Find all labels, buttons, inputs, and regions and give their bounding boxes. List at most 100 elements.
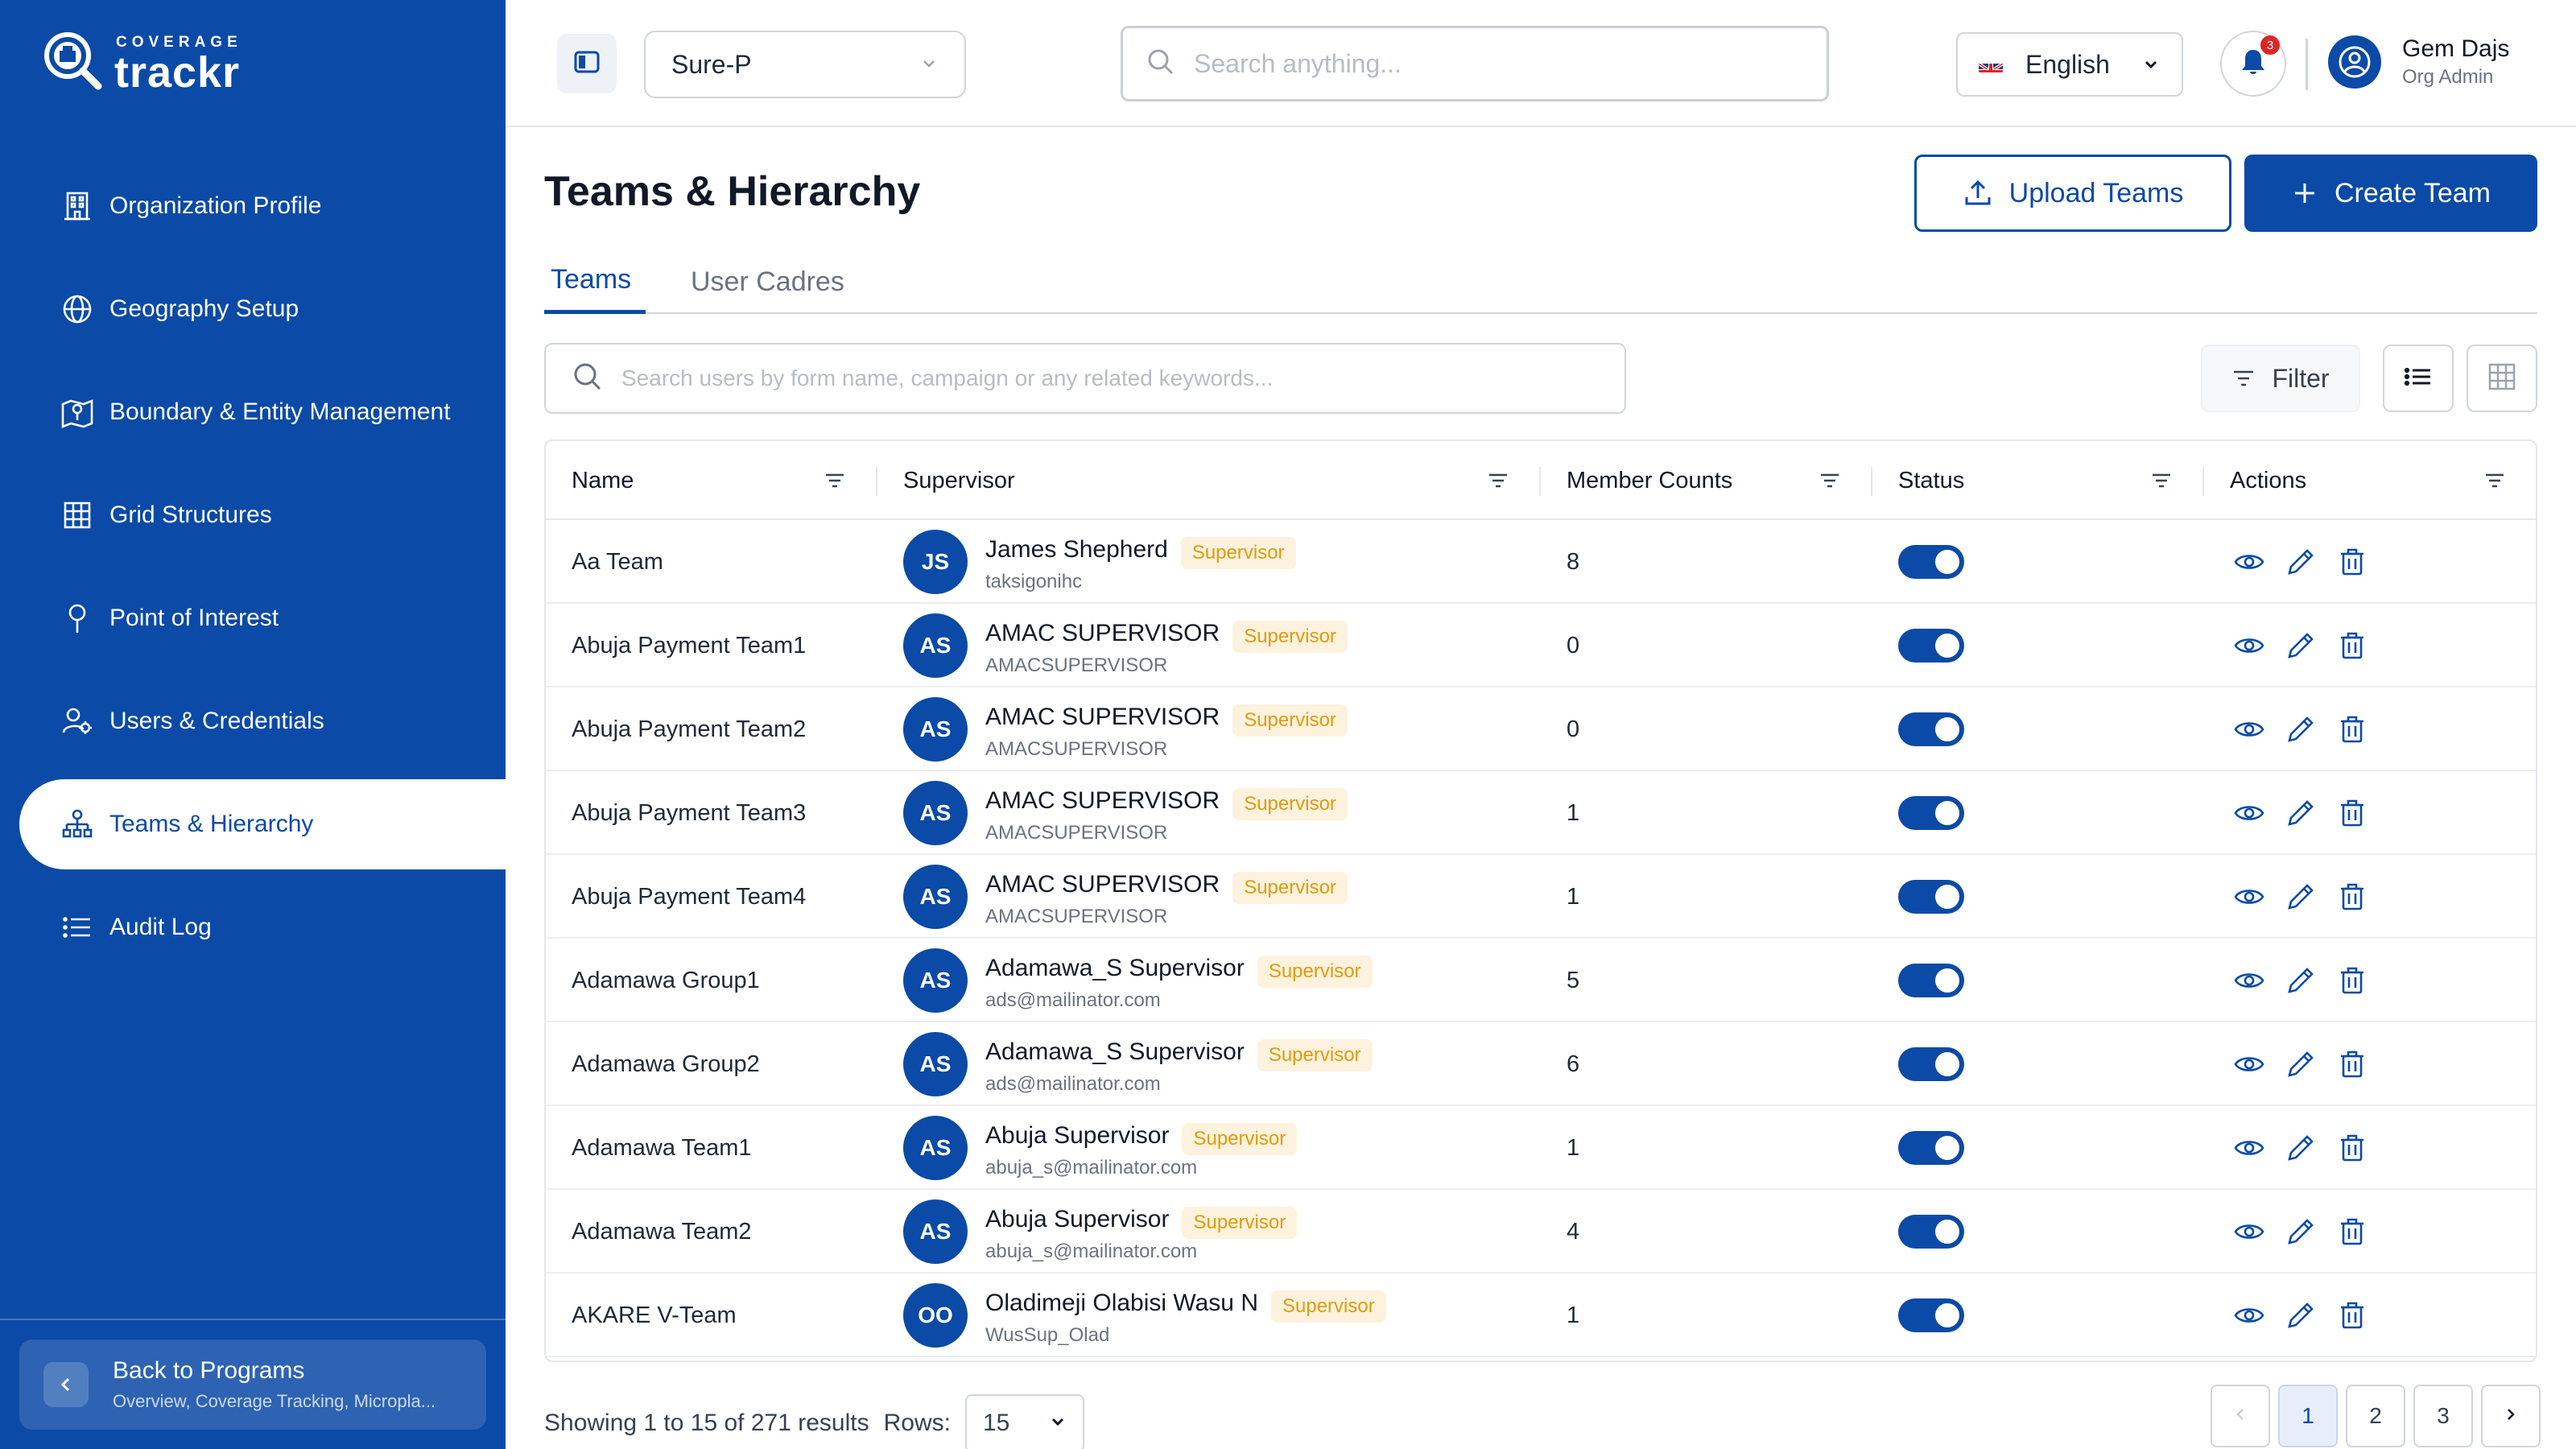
status-toggle[interactable] xyxy=(1898,880,1964,914)
sidebar-toggle-button[interactable] xyxy=(557,34,617,93)
status-toggle[interactable] xyxy=(1898,796,1964,830)
member-count: 0 xyxy=(1567,716,1580,742)
supervisor-username: abuja_s@mailinator.com xyxy=(985,1157,1198,1179)
sidebar-item-teams-hierarchy[interactable]: Teams & Hierarchy xyxy=(19,779,506,869)
sidebar-item-organization-profile[interactable]: Organization Profile xyxy=(0,161,506,251)
delete-trash-icon[interactable] xyxy=(2333,710,2372,749)
delete-trash-icon[interactable] xyxy=(2333,1212,2372,1251)
view-eye-icon[interactable] xyxy=(2230,877,2268,916)
delete-trash-icon[interactable] xyxy=(2333,1129,2372,1167)
view-eye-icon[interactable] xyxy=(2230,1045,2268,1084)
filter-icon[interactable] xyxy=(1486,469,1510,493)
status-cell xyxy=(1898,687,1964,771)
view-eye-icon[interactable] xyxy=(2230,794,2268,832)
team-name: Adamawa Group1 xyxy=(572,967,760,993)
delete-trash-icon[interactable] xyxy=(2333,1296,2372,1335)
tab-user-cadres[interactable]: User Cadres xyxy=(691,250,844,314)
supervisor-name: Abuja Supervisor xyxy=(985,1206,1170,1232)
view-eye-icon[interactable] xyxy=(2230,1212,2268,1251)
sidebar-item-audit-log[interactable]: Audit Log xyxy=(0,882,506,972)
status-toggle[interactable] xyxy=(1898,1215,1964,1249)
filter-icon[interactable] xyxy=(2483,469,2507,493)
global-search-input[interactable] xyxy=(1194,48,1806,79)
edit-pencil-icon[interactable] xyxy=(2281,961,2320,1000)
program-select[interactable]: Sure-P xyxy=(644,31,966,98)
team-name: Abuja Payment Team1 xyxy=(572,632,807,658)
view-eye-icon[interactable] xyxy=(2230,1296,2268,1335)
chevron-down-icon xyxy=(2141,55,2161,74)
view-eye-icon[interactable] xyxy=(2230,1129,2268,1167)
delete-trash-icon[interactable] xyxy=(2333,1045,2372,1084)
edit-pencil-icon[interactable] xyxy=(2281,1045,2320,1084)
create-team-button[interactable]: Create Team xyxy=(2244,155,2537,232)
filter-icon[interactable] xyxy=(1818,469,1842,493)
edit-pencil-icon[interactable] xyxy=(2281,794,2320,832)
back-to-programs-button[interactable]: Back to Programs Overview, Coverage Trac… xyxy=(19,1340,486,1430)
edit-pencil-icon[interactable] xyxy=(2281,877,2320,916)
filter-button[interactable]: Filter xyxy=(2201,345,2360,412)
view-eye-icon[interactable] xyxy=(2230,961,2268,1000)
sidebar-item-boundary-entity[interactable]: Boundary & Entity Management xyxy=(0,367,506,457)
member-count: 0 xyxy=(1567,632,1580,658)
tab-teams[interactable]: Teams xyxy=(544,250,646,314)
sidebar-item-geography-setup[interactable]: Geography Setup xyxy=(0,264,506,354)
app-logo[interactable]: COVERAGE trackr xyxy=(40,27,242,100)
supervisor-name: AMAC SUPERVISOR xyxy=(985,620,1220,646)
actions-cell xyxy=(2230,1274,2384,1357)
user-menu[interactable]: Gem Dajs Org Admin xyxy=(2328,35,2509,89)
rows-per-page-select[interactable]: 15 xyxy=(964,1394,1084,1449)
edit-pencil-icon[interactable] xyxy=(2281,1212,2320,1251)
sidebar-item-grid-structures[interactable]: Grid Structures xyxy=(0,470,506,560)
table-row: Adamawa Team2 AS Abuja Supervisor Superviso… xyxy=(546,1190,2536,1274)
status-toggle[interactable] xyxy=(1898,964,1964,997)
view-eye-icon[interactable] xyxy=(2230,710,2268,749)
status-toggle[interactable] xyxy=(1898,1298,1964,1332)
status-toggle[interactable] xyxy=(1898,545,1964,579)
edit-pencil-icon[interactable] xyxy=(2281,1296,2320,1335)
edit-pencil-icon[interactable] xyxy=(2281,1129,2320,1167)
sidebar-item-users-credentials[interactable]: Users & Credentials xyxy=(0,676,506,766)
view-eye-icon[interactable] xyxy=(2230,543,2268,581)
status-toggle[interactable] xyxy=(1898,1047,1964,1081)
supervisor-name: Abuja Supervisor xyxy=(985,1122,1170,1149)
filter-label: Filter xyxy=(2272,363,2330,393)
status-toggle[interactable] xyxy=(1898,629,1964,663)
delete-trash-icon[interactable] xyxy=(2333,543,2372,581)
view-eye-icon[interactable] xyxy=(2230,626,2268,665)
page-button-2[interactable]: 2 xyxy=(2346,1385,2405,1447)
status-toggle[interactable] xyxy=(1898,1131,1964,1165)
language-select[interactable]: English xyxy=(1956,32,2183,97)
edit-pencil-icon[interactable] xyxy=(2281,710,2320,749)
delete-trash-icon[interactable] xyxy=(2333,961,2372,1000)
toggle-knob xyxy=(1935,550,1959,574)
avatar: AS xyxy=(903,1032,968,1096)
edit-pencil-icon[interactable] xyxy=(2281,626,2320,665)
prev-page-button[interactable] xyxy=(2211,1385,2270,1447)
sidebar-item-point-of-interest[interactable]: Point of Interest xyxy=(0,573,506,663)
table-row: Adamawa Group2 AS Adamawa_S Supervisor Supe… xyxy=(546,1022,2536,1106)
upload-teams-button[interactable]: Upload Teams xyxy=(1914,155,2231,232)
actions-cell xyxy=(2230,771,2384,855)
list-view-button[interactable] xyxy=(2383,345,2454,412)
table-search-input[interactable] xyxy=(621,365,1604,391)
toggle-knob xyxy=(1935,634,1959,658)
filter-icon[interactable] xyxy=(2149,469,2174,493)
avatar: AS xyxy=(903,1199,968,1264)
filter-icon[interactable] xyxy=(823,469,847,493)
actions-cell xyxy=(2230,520,2384,604)
notifications-button[interactable]: 3 xyxy=(2220,31,2286,97)
edit-pencil-icon[interactable] xyxy=(2281,543,2320,581)
status-toggle[interactable] xyxy=(1898,712,1964,746)
supervisor-badge: Supervisor xyxy=(1270,1290,1386,1323)
grid-view-button[interactable] xyxy=(2467,345,2537,412)
delete-trash-icon[interactable] xyxy=(2333,626,2372,665)
next-page-button[interactable] xyxy=(2481,1385,2541,1447)
delete-trash-icon[interactable] xyxy=(2333,794,2372,832)
page-button-1[interactable]: 1 xyxy=(2278,1385,2338,1447)
actions-cell xyxy=(2230,855,2384,939)
member-count: 5 xyxy=(1567,967,1580,993)
status-cell xyxy=(1898,520,1964,604)
delete-trash-icon[interactable] xyxy=(2333,877,2372,916)
building-icon xyxy=(60,188,95,224)
page-button-3[interactable]: 3 xyxy=(2413,1385,2473,1447)
